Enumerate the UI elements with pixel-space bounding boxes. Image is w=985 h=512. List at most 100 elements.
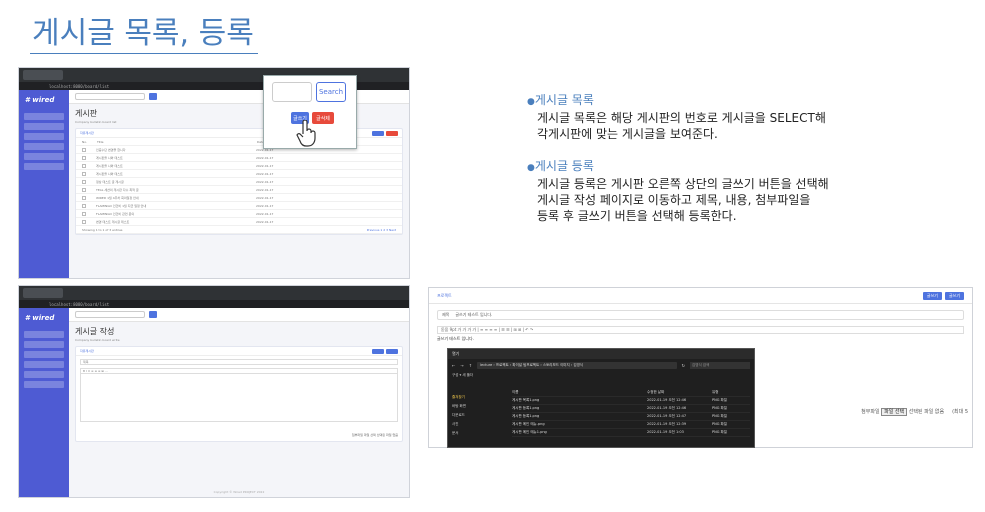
- table-row[interactable]: 게시판을 나와 테스트 2022-01-17: [76, 170, 402, 178]
- file-select-button[interactable]: 파일 선택: [881, 408, 908, 416]
- col-date[interactable]: 수정한 날짜: [647, 390, 712, 395]
- top-search-input[interactable]: [75, 311, 145, 318]
- sidebar-item[interactable]: [24, 351, 64, 358]
- row-title[interactable]: 게시판을 나와 테스트: [96, 172, 246, 176]
- delete-button[interactable]: [386, 130, 398, 136]
- row-checkbox[interactable]: [82, 179, 86, 184]
- row-checkbox[interactable]: [82, 219, 86, 224]
- sidebar-item[interactable]: [24, 153, 64, 160]
- brand-logo[interactable]: # wired: [19, 90, 69, 110]
- row-title[interactable]: 변경 테스트 게시글 테스트: [96, 220, 246, 224]
- row-checkbox[interactable]: [82, 211, 86, 216]
- row-date: 2022-01-17: [256, 163, 274, 168]
- row-date: 2022-01-17: [256, 203, 274, 208]
- table-row[interactable]: 게시판을 나와 테스트 2022-01-17: [76, 162, 402, 170]
- write-button[interactable]: [372, 130, 384, 136]
- page-subtitle: Company bulletin board list: [75, 120, 117, 124]
- bullet-dot: ●: [527, 163, 535, 173]
- sidebar-item[interactable]: [24, 331, 64, 338]
- dialog-search[interactable]: 김영식 검색: [690, 361, 750, 369]
- row-checkbox[interactable]: [82, 147, 86, 152]
- browser-tab[interactable]: [23, 288, 63, 298]
- nav-downloads[interactable]: 다운로드: [452, 411, 510, 420]
- nav-pictures[interactable]: 사진: [452, 420, 510, 429]
- file-row[interactable]: 게시판 등록1.png 2022-01-19 오전 12:47 PNG 파일: [512, 413, 750, 421]
- row-checkbox[interactable]: [82, 171, 86, 176]
- row-title[interactable]: 게시판을 나와 테스트: [96, 156, 246, 160]
- nav-favorites[interactable]: 즐겨찾기: [452, 393, 510, 402]
- row-title[interactable]: TEAL 세션의 게시판 다수 최적 글: [96, 188, 246, 192]
- row-checkbox[interactable]: [82, 187, 86, 192]
- zoom-search-input[interactable]: [272, 82, 312, 102]
- row-checkbox[interactable]: [82, 155, 86, 160]
- browser-urlbar[interactable]: localhost:8080/board/list: [19, 300, 409, 308]
- bullet-2-line-1: 게시글 등록은 게시판 오른쪽 상단의 글쓰기 버튼을 선택해: [537, 177, 829, 191]
- form-editor-text[interactable]: 글쓰기 테스트 입니다.: [437, 336, 964, 342]
- refresh-icon[interactable]: ↻: [682, 363, 685, 368]
- nav-documents[interactable]: 문서: [452, 429, 510, 438]
- table-row[interactable]: FLAMINGO 인건비 1월 지급 일정 안내 2022-01-17: [76, 202, 402, 210]
- table-row[interactable]: TEAL 세션의 게시판 다수 최적 글 2022-01-17: [76, 186, 402, 194]
- topbar: [69, 308, 409, 322]
- entries-info: Showing 1 to 1 of 3 entries: [82, 227, 123, 232]
- table-row[interactable]: 정상 테스트 글 게시글 2022-01-17: [76, 178, 402, 186]
- col-name[interactable]: 이름: [512, 390, 647, 395]
- bullet-1-line-1: 게시글 목록은 해당 게시판의 번호로 게시글을 SELECT해: [537, 111, 826, 125]
- table-row[interactable]: FLAMINGO 인건비 관련 문의 2022-01-17: [76, 210, 402, 218]
- top-search-button[interactable]: [149, 93, 157, 100]
- row-date: 2022-01-17: [256, 219, 274, 224]
- sidebar-item[interactable]: [24, 163, 64, 170]
- sidebar-item[interactable]: [24, 143, 64, 150]
- sidebar-item[interactable]: [24, 361, 64, 368]
- top-search-input[interactable]: [75, 93, 145, 100]
- sidebar-item[interactable]: [24, 123, 64, 130]
- row-checkbox[interactable]: [82, 203, 86, 208]
- row-title[interactable]: 인증수단 변경을 합니다: [96, 148, 246, 152]
- dialog-toolbar[interactable]: 구성 ▾ 새 폴더: [448, 371, 754, 380]
- zoom-search-button[interactable]: Search: [316, 82, 346, 102]
- file-row[interactable]: 게시판 메인 메뉴.png 2022-01-19 오전 12:39 PNG 파일: [512, 421, 750, 429]
- row-title[interactable]: 정상 테스트 글 게시글: [96, 180, 246, 184]
- table-row[interactable]: 게시판을 나와 테스트 2022-01-17: [76, 154, 402, 162]
- table-row[interactable]: 변경 테스트 게시글 테스트 2022-01-17: [76, 218, 402, 226]
- form-write-button[interactable]: 글쓰기: [922, 291, 942, 300]
- row-checkbox[interactable]: [82, 163, 86, 168]
- row-title[interactable]: WIRED 1월 4주차 회의일정 안내: [96, 196, 246, 200]
- browser-tab[interactable]: [23, 70, 63, 80]
- sidebar-item[interactable]: [24, 133, 64, 140]
- title-input[interactable]: 제목: [80, 359, 398, 365]
- cancel-button[interactable]: [386, 348, 398, 354]
- form-title-field[interactable]: 제목 글쓰기 테스트 입니다.: [437, 310, 964, 320]
- submit-button[interactable]: [372, 348, 384, 354]
- sidebar-item[interactable]: [24, 113, 64, 120]
- col-type[interactable]: 유형: [712, 390, 742, 395]
- row-title[interactable]: FLAMINGO 인건비 관련 문의: [96, 212, 246, 216]
- top-search-button[interactable]: [149, 311, 157, 318]
- table-row[interactable]: WIRED 1월 4주차 회의일정 안내 2022-01-17: [76, 194, 402, 202]
- form-write-button-2[interactable]: 글쓰기: [944, 291, 964, 300]
- forward-icon[interactable]: →: [460, 363, 463, 368]
- sidebar-item[interactable]: [24, 371, 64, 378]
- row-title[interactable]: 게시판을 나와 테스트: [96, 164, 246, 168]
- row-checkbox[interactable]: [82, 195, 86, 200]
- nav-desktop[interactable]: 바탕 화면: [452, 402, 510, 411]
- up-icon[interactable]: ↑: [469, 363, 472, 368]
- pagination[interactable]: Previous 1 2 3 Next: [367, 228, 396, 232]
- form-editor-toolbar[interactable]: 돋움 9pt 가 가 가 가 | ≡ ≡ ≡ ≡ | ☰ ☰ | ⊞ ⊞ | ↶…: [437, 326, 964, 334]
- editor-body[interactable]: [80, 374, 398, 422]
- file-type: PNG 파일: [712, 414, 727, 418]
- zoom-callout: Search 글쓰기 글삭제: [263, 75, 357, 149]
- file-name: 게시판 목록1.png: [512, 398, 540, 402]
- file-row[interactable]: 게시판 목록1.png 2022-01-19 오전 12:46 PNG 파일: [512, 397, 750, 405]
- row-date: 2022-01-17: [256, 155, 274, 160]
- dialog-path[interactable]: lecture › 프로젝트 › 파이널 팀프로젝트 › 스토리보드 이미지 ›…: [477, 361, 677, 369]
- sidebar-item[interactable]: [24, 341, 64, 348]
- file-row[interactable]: 게시판 등록1.png 2022-01-19 오전 12:46 PNG 파일: [512, 405, 750, 413]
- back-icon[interactable]: ←: [452, 363, 455, 368]
- brand-logo[interactable]: # wired: [19, 308, 69, 328]
- attach-field[interactable]: 첨부파일 파일 선택 선택된 파일 없음: [352, 433, 398, 437]
- row-title[interactable]: FLAMINGO 인건비 1월 지급 일정 안내: [96, 204, 246, 208]
- file-row[interactable]: 게시판 메인 메뉴1.png 2022-01-19 오전 1:03 PNG 파일: [512, 429, 750, 437]
- sidebar-item[interactable]: [24, 381, 64, 388]
- bullet-1: ●게시글 목록: [527, 92, 829, 110]
